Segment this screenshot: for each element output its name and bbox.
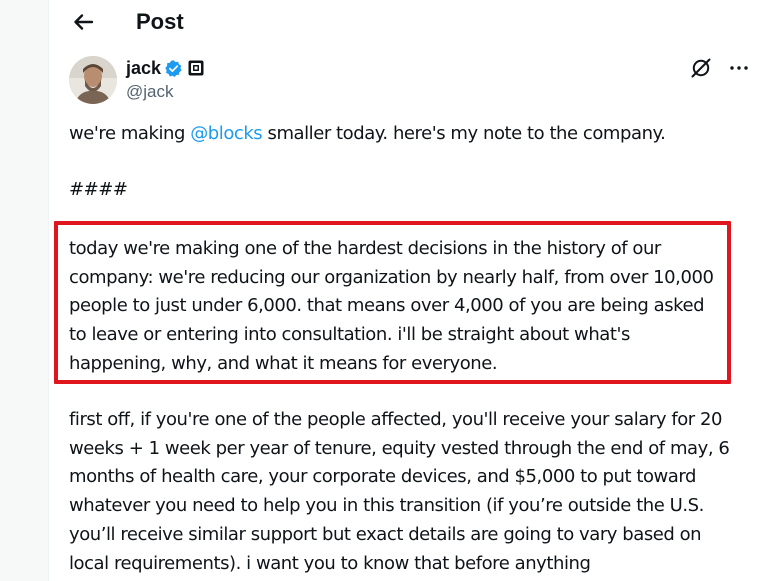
display-name[interactable]: jack [126, 57, 161, 79]
square-logo-icon[interactable] [188, 60, 204, 76]
back-button[interactable] [69, 8, 97, 36]
page-title: Post [136, 9, 184, 34]
intro-text-before: we're making [69, 123, 191, 144]
highlighted-paragraph: today we're making one of the hardest de… [69, 238, 714, 374]
intro-text-after: smaller today. here's my note to the com… [262, 123, 666, 144]
verified-badge-icon[interactable] [164, 59, 183, 78]
author-handle[interactable]: @jack [126, 81, 174, 103]
mention-link[interactable]: @blocks [190, 123, 262, 144]
name-row: jack [126, 57, 204, 79]
post-paragraph-2: first off, if you're one of the people a… [69, 409, 730, 574]
arrow-left-icon [74, 14, 94, 30]
grok-button[interactable] [689, 56, 713, 80]
avatar[interactable] [69, 56, 117, 104]
post-intro: we're making @blocks smaller today. here… [69, 120, 759, 149]
post-header: Post [49, 0, 775, 44]
more-icon [730, 66, 748, 70]
grok-icon [691, 58, 711, 78]
author-row: jack @jack [69, 56, 759, 106]
post-separator: #### [69, 179, 128, 200]
more-options-button[interactable] [727, 56, 751, 80]
avatar-image [69, 56, 117, 104]
post-column: Post jack @jack we're making @blocks sma… [48, 0, 775, 581]
